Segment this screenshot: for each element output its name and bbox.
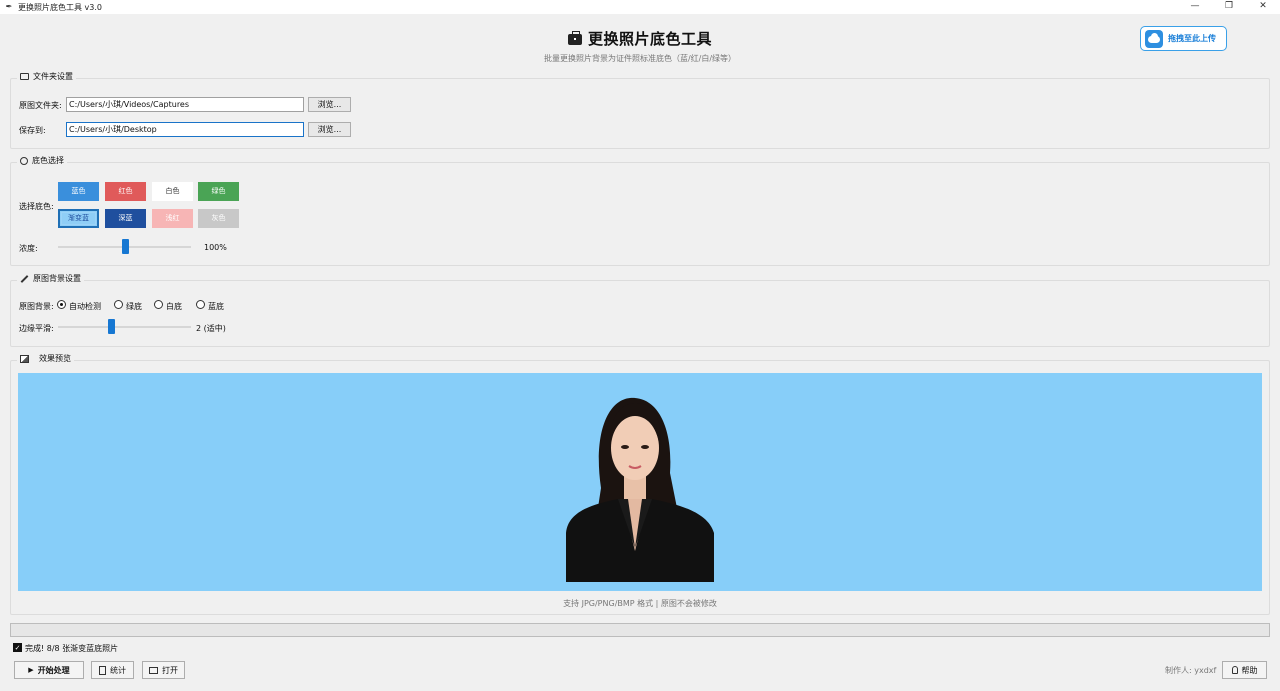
folder-settings-title-text: 文件夹设置 <box>33 72 73 81</box>
choose-color-label: 选择底色: <box>19 202 54 211</box>
bg-radio-label: 蓝底 <box>208 302 224 311</box>
preview-hint: 支持 JPG/PNG/BMP 格式 | 原图不会被修改 <box>563 599 717 608</box>
color-select-group: 底色选择 选择底色: 蓝色 红色 白色 绿色渐变蓝 深蓝 浅红 灰色 浓度: 100% <box>10 155 1270 266</box>
page-title: 更换照片底色工具 <box>567 28 712 49</box>
page-title-text: 更换照片底色工具 <box>587 30 712 48</box>
color-swatch[interactable]: 浅红 <box>152 209 193 228</box>
help-button[interactable]: 帮助 <box>1222 661 1267 679</box>
drag-upload-button[interactable]: 拖拽至此上传 <box>1140 26 1227 51</box>
source-folder-input[interactable]: C:/Users/小琪/Videos/Captures <box>66 97 304 112</box>
progress-bar <box>10 623 1270 637</box>
bg-radio[interactable] <box>154 300 163 309</box>
color-swatch[interactable]: 绿色 <box>198 182 239 201</box>
edge-smooth-slider-thumb[interactable] <box>108 319 116 334</box>
stats-button[interactable]: 统计 <box>91 661 134 679</box>
save-folder-input[interactable]: C:/Users/小琪/Desktop <box>66 122 304 137</box>
folder-settings-group: 文件夹设置 原图文件夹: C:/Users/小琪/Videos/Captures… <box>10 71 1270 149</box>
bg-radio-label: 白底 <box>166 302 182 311</box>
status-checkbox: ✓ <box>13 643 22 652</box>
color-swatch[interactable]: 蓝色 <box>58 182 99 201</box>
color-swatch[interactable]: 红色 <box>105 182 146 201</box>
edge-smooth-value: 2 (适中) <box>196 324 226 333</box>
drag-upload-label: 拖拽至此上传 <box>1168 34 1216 43</box>
folder-settings-title: 文件夹设置 <box>17 71 76 82</box>
palette-icon <box>20 156 28 165</box>
page-subtitle: 批量更换照片背景为证件照标准底色（蓝/红/白/绿等） <box>543 54 737 63</box>
color-swatch[interactable]: 灰色 <box>198 209 239 228</box>
intensity-label: 浓度: <box>19 244 38 253</box>
folder-icon <box>20 73 29 80</box>
close-button[interactable]: ✕ <box>1246 0 1280 14</box>
minimize-button[interactable]: — <box>1178 0 1212 14</box>
play-icon: ▶ <box>28 666 34 674</box>
source-browse-button[interactable]: 浏览... <box>308 97 351 112</box>
open-button[interactable]: 打开 <box>142 661 185 679</box>
start-process-label: 开始处理 <box>37 665 70 675</box>
intensity-value: 100% <box>204 243 227 252</box>
picture-icon <box>20 354 29 363</box>
original-bg-title-text: 原图背景设置 <box>33 274 81 283</box>
portrait-photo <box>566 397 714 582</box>
color-select-title-text: 底色选择 <box>32 156 64 165</box>
author-credit: 制作人: yxdxf <box>1165 666 1217 675</box>
save-browse-button[interactable]: 浏览... <box>308 122 351 137</box>
intensity-slider-thumb[interactable] <box>121 239 129 254</box>
bg-radio[interactable] <box>196 300 205 309</box>
bg-radio-label: 自动检测 <box>69 302 101 311</box>
preview-title: 效果预览 <box>17 353 74 364</box>
original-bg-label: 原图背景: <box>19 302 54 311</box>
stats-label: 统计 <box>110 665 126 675</box>
title-bar: ✒ 更换照片底色工具 v3.0 — ❐ ✕ <box>0 0 1280 14</box>
open-label: 打开 <box>162 665 178 675</box>
bg-radio[interactable] <box>114 300 123 309</box>
pencil-icon <box>20 274 29 283</box>
app-header: 更换照片底色工具 批量更换照片背景为证件照标准底色（蓝/红/白/绿等） <box>0 28 1280 63</box>
toolbox-icon <box>567 31 582 45</box>
start-process-button[interactable]: ▶ 开始处理 <box>14 661 84 679</box>
clipboard-icon <box>99 665 106 675</box>
window-controls: — ❐ ✕ <box>1178 0 1280 14</box>
restore-button[interactable]: ❐ <box>1212 0 1246 14</box>
help-label: 帮助 <box>1241 665 1258 675</box>
save-folder-label: 保存到: <box>19 126 46 135</box>
original-bg-title: 原图背景设置 <box>17 273 84 284</box>
color-swatch[interactable]: 白色 <box>152 182 193 201</box>
source-folder-label: 原图文件夹: <box>19 101 62 110</box>
window-title: 更换照片底色工具 v3.0 <box>18 2 102 12</box>
cloud-upload-icon <box>1145 29 1163 48</box>
edge-smooth-slider-track[interactable] <box>58 326 191 328</box>
lightbulb-icon <box>1231 666 1238 674</box>
color-select-title: 底色选择 <box>17 155 67 166</box>
color-swatch[interactable]: 深蓝 <box>105 209 146 228</box>
bg-radio[interactable] <box>57 300 66 309</box>
color-swatch[interactable]: 渐变蓝 <box>58 209 99 228</box>
bg-radio-label: 绿底 <box>126 302 142 311</box>
preview-image-area <box>18 373 1262 591</box>
preview-title-text: 效果预览 <box>39 354 71 363</box>
feather-icon: ✒ <box>5 2 13 11</box>
status-message: 完成! 8/8 张渐变蓝底照片 <box>25 644 119 653</box>
edge-smooth-label: 边缘平滑: <box>19 324 54 333</box>
original-bg-group: 原图背景设置 原图背景: 自动检测 绿底 白底 蓝底 边缘平滑: 2 (适中) <box>10 273 1270 347</box>
folder-open-icon <box>149 666 158 674</box>
